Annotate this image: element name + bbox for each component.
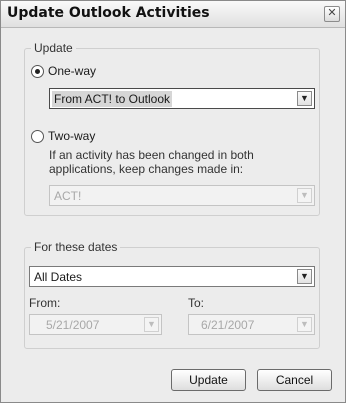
one-way-direction-value: From ACT! to Outlook bbox=[52, 91, 173, 107]
one-way-direction-select[interactable]: From ACT! to Outlook ▼ bbox=[49, 88, 315, 109]
title-bar: Update Outlook Activities ✕ bbox=[1, 1, 345, 28]
dates-group-legend: For these dates bbox=[31, 240, 121, 254]
two-way-radio-button[interactable] bbox=[31, 129, 44, 143]
date-range-value: All Dates bbox=[34, 270, 83, 284]
one-way-radio[interactable]: One-way bbox=[31, 64, 96, 78]
from-date-picker[interactable]: 5/21/2007 ▼ bbox=[29, 314, 162, 335]
chevron-down-icon[interactable]: ▼ bbox=[297, 317, 312, 332]
to-date-picker[interactable]: 6/21/2007 ▼ bbox=[188, 314, 315, 335]
chevron-down-icon[interactable]: ▼ bbox=[297, 269, 312, 284]
update-button[interactable]: Update bbox=[171, 369, 246, 391]
one-way-label: One-way bbox=[48, 64, 97, 78]
update-group-legend: Update bbox=[31, 41, 76, 55]
keep-changes-value: ACT! bbox=[54, 189, 82, 203]
from-date-value: 5/21/2007 bbox=[46, 318, 100, 332]
from-label: From: bbox=[29, 296, 61, 310]
close-icon: ✕ bbox=[327, 7, 337, 19]
dialog-title: Update Outlook Activities bbox=[7, 5, 210, 21]
keep-changes-select[interactable]: ACT! ▼ bbox=[49, 185, 315, 206]
update-outlook-activities-dialog: Update Outlook Activities ✕ Update One-w… bbox=[0, 0, 346, 403]
to-date-value: 6/21/2007 bbox=[201, 318, 255, 332]
one-way-radio-button[interactable] bbox=[31, 64, 44, 78]
to-label: To: bbox=[188, 296, 205, 310]
cancel-button[interactable]: Cancel bbox=[257, 369, 332, 391]
two-way-radio[interactable]: Two-way bbox=[31, 129, 95, 143]
two-way-label: Two-way bbox=[48, 129, 96, 143]
chevron-down-icon[interactable]: ▼ bbox=[144, 317, 159, 332]
date-range-select[interactable]: All Dates ▼ bbox=[29, 266, 315, 287]
chevron-down-icon[interactable]: ▼ bbox=[297, 188, 312, 203]
chevron-down-icon[interactable]: ▼ bbox=[297, 91, 312, 106]
close-button[interactable]: ✕ bbox=[324, 6, 340, 22]
conflict-note: If an activity has been changed in both … bbox=[49, 148, 254, 176]
